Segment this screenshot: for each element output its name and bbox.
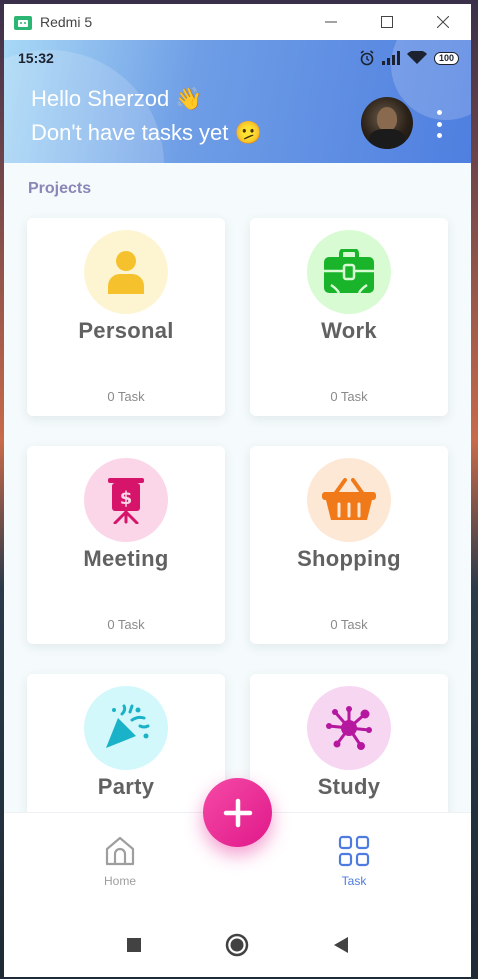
greeting-subtitle: Don't have tasks yet 🫤 <box>31 120 262 145</box>
status-bar: 15:32 100 <box>18 48 459 68</box>
nav-task-label: Task <box>341 874 367 888</box>
project-icon-circle: $ <box>84 458 168 542</box>
project-card-shopping[interactable]: Shopping 0 Task <box>250 446 448 644</box>
android-icon <box>14 16 32 30</box>
project-task-count: 0 Task <box>107 617 145 632</box>
minimize-button[interactable] <box>303 4 359 40</box>
nav-home-label: Home <box>103 874 136 888</box>
project-name: Work <box>321 318 377 343</box>
shopping-basket-icon <box>322 478 376 520</box>
add-task-button[interactable] <box>203 778 272 847</box>
more-options-icon[interactable] <box>434 110 444 138</box>
person-icon <box>108 251 144 294</box>
project-card-personal[interactable]: Personal 0 Task <box>27 218 225 416</box>
maximize-icon <box>381 16 393 28</box>
projects-heading: Projects <box>28 180 92 197</box>
project-name: Personal <box>78 318 174 343</box>
project-card-meeting[interactable]: $ Meeting 0 Task <box>27 446 225 644</box>
alarm-icon <box>360 50 374 66</box>
nav-task[interactable]: Task <box>314 835 394 888</box>
back-icon[interactable] <box>333 936 349 954</box>
svg-text:$: $ <box>120 488 133 509</box>
project-name: Shopping <box>297 546 401 571</box>
nav-home[interactable]: Home <box>80 835 160 888</box>
recent-apps-icon[interactable] <box>126 937 142 953</box>
project-icon-circle <box>307 230 391 314</box>
avatar-body <box>369 129 405 149</box>
project-name: Study <box>317 774 381 799</box>
project-task-count: 0 Task <box>107 389 145 404</box>
greeting-title: Hello Sherzod 👋 <box>31 86 203 111</box>
briefcase-icon <box>324 249 374 294</box>
home-icon <box>105 836 135 866</box>
app-header: 15:32 100 Hello Sherzod 👋 Don't have tas… <box>4 40 471 163</box>
window-titlebar: Redmi 5 <box>4 4 471 41</box>
project-task-count: 0 Task <box>330 389 368 404</box>
project-card-work[interactable]: Work 0 Task <box>250 218 448 416</box>
home-circle-icon[interactable] <box>225 933 249 957</box>
avatar-face <box>377 107 397 131</box>
presentation-board-icon: $ <box>108 478 144 524</box>
greeting: Hello Sherzod 👋 Don't have tasks yet 🫤 <box>31 82 262 150</box>
project-icon-circle <box>84 230 168 314</box>
close-button[interactable] <box>415 4 471 40</box>
system-navigation-bar <box>4 912 471 977</box>
battery-indicator: 100 <box>433 51 459 65</box>
project-name: Meeting <box>83 546 169 571</box>
emulator-window: Redmi 5 15:32 100 Hello Sherzod 👋 Don't … <box>4 4 471 977</box>
molecule-icon <box>326 706 372 750</box>
project-task-count: 0 Task <box>330 617 368 632</box>
plus-icon <box>223 798 252 827</box>
window-title: Redmi 5 <box>40 14 93 30</box>
avatar[interactable] <box>361 97 413 149</box>
project-name: Party <box>97 774 155 799</box>
project-icon-circle <box>307 686 391 770</box>
party-popper-icon <box>106 704 150 748</box>
minimize-icon <box>325 21 337 23</box>
grid-icon <box>338 835 370 867</box>
wifi-icon <box>406 51 427 64</box>
close-icon <box>437 16 449 28</box>
signal-icon <box>381 51 400 65</box>
maximize-button[interactable] <box>359 4 415 40</box>
project-icon-circle <box>84 686 168 770</box>
project-icon-circle <box>307 458 391 542</box>
status-time: 15:32 <box>18 50 54 66</box>
